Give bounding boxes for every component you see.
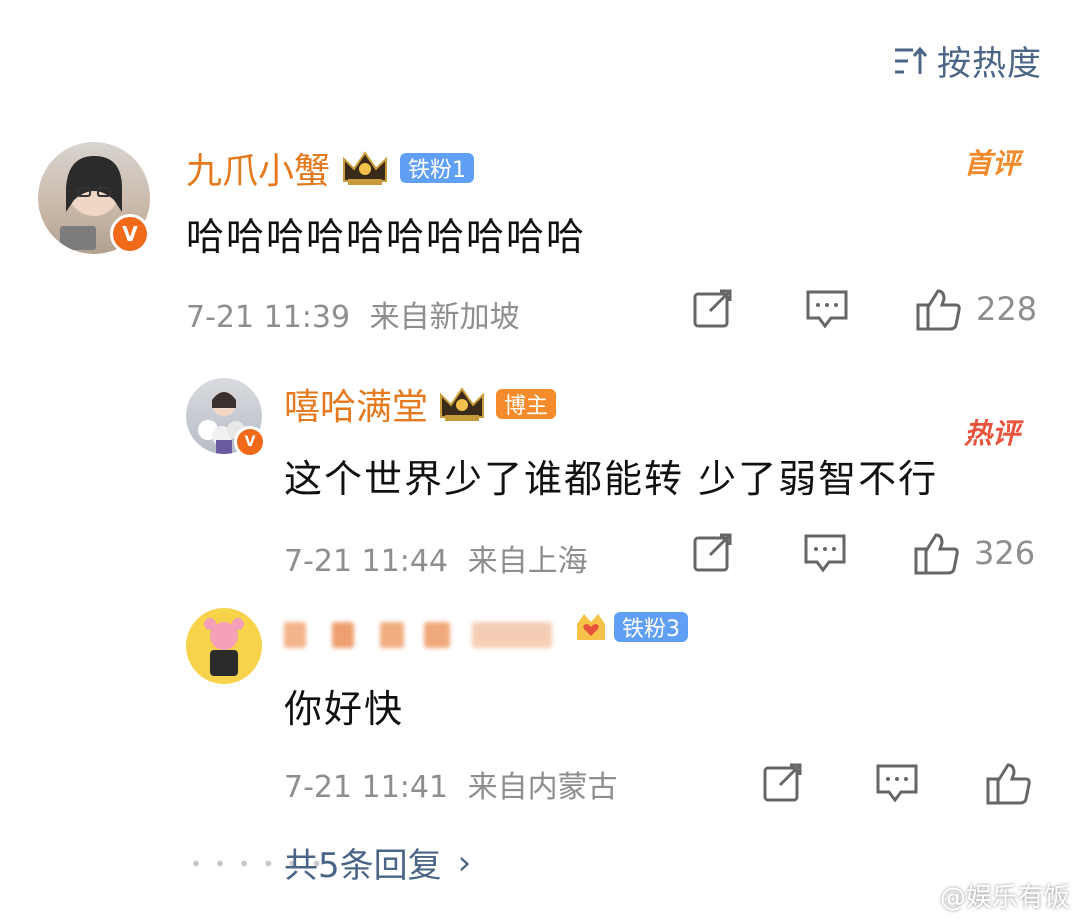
repost-icon (693, 533, 732, 572)
username-blurred[interactable] (284, 616, 584, 652)
timestamp: 7-21 11:41 (284, 770, 449, 805)
watermark: @娱乐有饭 (900, 877, 1070, 914)
thumbs-up-icon (986, 763, 1031, 805)
like-button[interactable] (914, 530, 960, 576)
watermark-text: @娱乐有饭 (939, 883, 1070, 913)
crown-icon (440, 387, 485, 421)
username[interactable]: 嘻哈满堂 (284, 378, 428, 430)
replies-label: 共5条回复 (284, 846, 442, 886)
like-button[interactable] (986, 760, 1032, 806)
repost-button[interactable] (690, 286, 736, 332)
view-more-replies[interactable]: 共5条回复 › (284, 838, 471, 887)
verified-icon: V (234, 426, 266, 458)
sort-icon (895, 46, 927, 74)
first-comment-tag: 首评 (964, 147, 1021, 180)
comment-button[interactable] (802, 530, 848, 576)
repost-button[interactable] (760, 760, 806, 806)
verified-icon: V (110, 214, 150, 254)
comment-icon (876, 764, 918, 803)
like-button[interactable] (916, 286, 962, 332)
comment-3: 铁粉3 你好快 7-21 11:41 来自内蒙古 (0, 600, 1080, 820)
thumbs-up-icon (914, 533, 959, 575)
hot-comment-tag: 热评 (964, 417, 1021, 450)
sort-by-hot-button[interactable]: 按热度 (893, 36, 1042, 85)
thumbs-up-icon (916, 289, 961, 331)
fan-badge: 铁粉3 (614, 612, 688, 642)
comment-text: 你好快 (284, 687, 405, 731)
crown-icon (343, 151, 388, 185)
like-count: 228 (976, 290, 1038, 328)
blogger-badge: 博主 (496, 389, 557, 419)
comment-1: V 九爪小蟹 铁粉1 首评 哈哈哈哈哈哈哈哈哈哈 7-21 11:39 来自新加… (0, 120, 1080, 350)
fan-badge: 铁粉1 (400, 153, 475, 183)
repost-icon (763, 763, 802, 802)
avatar[interactable] (186, 608, 262, 684)
comment-2: V 嘻哈满堂 博主 热评 这个世界少了谁都能转 少了弱智不行 7-21 11:4… (0, 370, 1080, 600)
comment-text: 哈哈哈哈哈哈哈哈哈哈 (186, 215, 587, 259)
chevron-right-icon: › (457, 842, 472, 883)
like-count: 326 (974, 534, 1036, 572)
location: 来自上海 (467, 544, 588, 579)
repost-button[interactable] (690, 530, 736, 576)
timestamp: 7-21 11:39 (186, 300, 351, 335)
comment-button[interactable] (874, 760, 920, 806)
timestamp: 7-21 11:44 (284, 544, 449, 579)
comment-button[interactable] (804, 286, 850, 332)
sort-label: 按热度 (937, 44, 1042, 84)
location: 来自新加坡 (369, 300, 520, 335)
weibo-logo-icon (900, 884, 933, 910)
heart-crown-icon (577, 614, 605, 640)
repost-icon (693, 289, 732, 328)
comment-icon (804, 534, 846, 573)
username[interactable]: 九爪小蟹 (186, 142, 330, 194)
comment-icon (806, 290, 848, 329)
location: 来自内蒙古 (467, 770, 618, 805)
comment-text: 这个世界少了谁都能转 少了弱智不行 (284, 457, 939, 501)
